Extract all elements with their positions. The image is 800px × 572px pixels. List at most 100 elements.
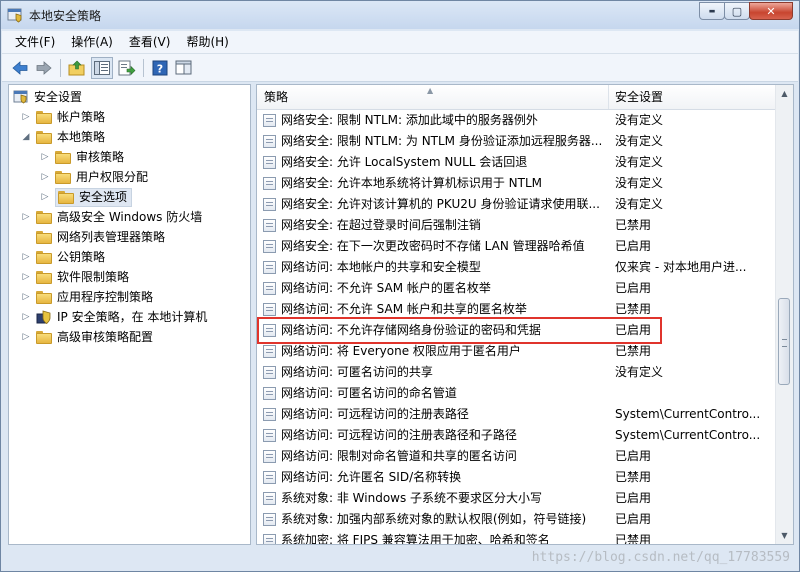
expand-arrow-icon[interactable]: ▷	[40, 152, 50, 162]
table-row[interactable]: 系统加密: 将 FIPS 兼容算法用于加密、哈希和签名 已禁用	[257, 530, 777, 545]
tree-item-label: IP 安全策略，在 本地计算机	[57, 310, 208, 324]
tree-item-advanced-audit[interactable]: ▷ 高级审核策略配置	[21, 327, 153, 347]
security-setting-cell: 已禁用	[615, 218, 652, 232]
tree-item-network-list-manager[interactable]: 网络列表管理器策略	[21, 227, 165, 247]
tree-item-account-policies[interactable]: ▷ 帐户策略	[21, 107, 105, 127]
expand-arrow-icon[interactable]: ▷	[21, 112, 31, 122]
policy-setting-icon	[263, 219, 276, 232]
menu-help[interactable]: 帮助(H)	[178, 31, 236, 53]
collapse-arrow-icon[interactable]: ◢	[21, 132, 31, 142]
table-row-highlighted[interactable]: 网络访问: 不允许存储网络身份验证的密码和凭据 已启用	[257, 320, 777, 341]
up-level-button[interactable]	[67, 58, 87, 78]
scrollbar-thumb[interactable]	[778, 298, 790, 385]
table-row[interactable]: 网络访问: 可远程访问的注册表路径和子路径 System\CurrentContr…	[257, 425, 777, 446]
table-row[interactable]: 网络访问: 允许匿名 SID/名称转换 已禁用	[257, 467, 777, 488]
table-row[interactable]: 网络访问: 限制对命名管道和共享的匿名访问 已启用	[257, 446, 777, 467]
column-header-policy[interactable]: 策略	[264, 85, 288, 109]
policy-setting-icon	[263, 303, 276, 316]
menu-view[interactable]: 查看(V)	[121, 31, 179, 53]
table-row[interactable]: 网络访问: 本地帐户的共享和安全模型 仅来宾 - 对本地用户进...	[257, 257, 777, 278]
expand-arrow-icon[interactable]: ▷	[40, 192, 50, 202]
table-row[interactable]: 网络访问: 不允许 SAM 帐户的匿名枚举 已启用	[257, 278, 777, 299]
folder-icon	[36, 230, 52, 244]
policy-setting-icon	[263, 177, 276, 190]
console-tree-pane[interactable]: 安全设置 ▷ 帐户策略 ◢ 本地策略 ▷ 审核策略 ▷ 用户权限分配 ▷ 安全选…	[8, 84, 251, 545]
svg-text:?: ?	[157, 62, 163, 75]
policy-list-pane[interactable]: 策略 ▲ 安全设置 网络安全: 限制 NTLM: 添加此域中的服务器例外 没有定义…	[256, 84, 794, 545]
policy-name-cell: 网络访问: 本地帐户的共享和安全模型	[281, 260, 481, 274]
close-button[interactable]: ✕	[749, 2, 793, 20]
security-setting-cell: System\CurrentContro...	[615, 407, 761, 421]
tree-item-public-key[interactable]: ▷ 公钥策略	[21, 247, 105, 267]
table-row[interactable]: 网络访问: 可匿名访问的命名管道	[257, 383, 777, 404]
expand-arrow-icon[interactable]: ▷	[21, 272, 31, 282]
selected-highlight: 安全选项	[55, 187, 133, 207]
tree-item-firewall[interactable]: ▷ 高级安全 Windows 防火墙	[21, 207, 203, 227]
table-row[interactable]: 网络安全: 在超过登录时间后强制注销 已禁用	[257, 215, 777, 236]
expand-arrow-icon[interactable]: ▷	[21, 252, 31, 262]
tree-item-app-control[interactable]: ▷ 应用程序控制策略	[21, 287, 153, 307]
properties-pane-button[interactable]	[174, 58, 194, 78]
back-button[interactable]	[10, 58, 30, 78]
security-setting-cell: 没有定义	[615, 365, 664, 379]
table-row[interactable]: 网络访问: 不允许 SAM 帐户和共享的匿名枚举 已禁用	[257, 299, 777, 320]
table-row[interactable]: 网络安全: 限制 NTLM: 为 NTLM 身份验证添加远程服务器... 没有定义	[257, 131, 777, 152]
tree-item-audit-policy[interactable]: ▷ 审核策略	[40, 147, 124, 167]
policy-name-cell: 网络访问: 不允许存储网络身份验证的密码和凭据	[281, 323, 541, 337]
table-row[interactable]: 网络访问: 可匿名访问的共享 没有定义	[257, 362, 777, 383]
forward-button[interactable]	[34, 58, 54, 78]
policy-name-cell: 系统对象: 非 Windows 子系统不要求区分大小写	[281, 491, 543, 505]
tree-item-security-options[interactable]: ▷ 安全选项	[40, 187, 133, 207]
table-row[interactable]: 系统对象: 加强内部系统对象的默认权限(例如，符号链接) 已启用	[257, 509, 777, 530]
policy-name-cell: 网络访问: 将 Everyone 权限应用于匿名用户	[281, 344, 521, 358]
minimize-button[interactable]: ▬	[699, 2, 725, 20]
policy-setting-icon	[263, 492, 276, 505]
menu-action[interactable]: 操作(A)	[63, 31, 121, 53]
minimize-icon: ▬	[708, 7, 716, 15]
policy-setting-icon	[263, 156, 276, 169]
security-setting-cell: 已禁用	[615, 533, 652, 545]
menu-file[interactable]: 文件(F)	[2, 31, 63, 53]
expand-arrow-icon[interactable]: ▷	[21, 212, 31, 222]
policy-name-cell: 网络访问: 可远程访问的注册表路径	[281, 407, 469, 421]
table-row[interactable]: 网络安全: 在下一次更改密码时不存储 LAN 管理器哈希值 已启用	[257, 236, 777, 257]
expand-arrow-icon[interactable]: ▷	[40, 172, 50, 182]
tree-item-security-settings[interactable]: 安全设置	[13, 87, 82, 107]
table-row[interactable]: 网络安全: 允许 LocalSystem NULL 会话回退 没有定义	[257, 152, 777, 173]
column-divider[interactable]	[608, 85, 609, 109]
policy-name-cell: 网络安全: 在下一次更改密码时不存储 LAN 管理器哈希值	[281, 239, 585, 253]
maximize-button[interactable]: ▢	[724, 2, 750, 20]
policy-setting-icon	[263, 198, 276, 211]
show-hide-tree-button[interactable]	[91, 56, 113, 79]
policy-setting-icon	[263, 366, 276, 379]
tree-item-local-policies[interactable]: ◢ 本地策略	[21, 127, 105, 147]
help-button[interactable]: ?	[150, 58, 170, 78]
scroll-up-arrow-icon[interactable]: ▲	[776, 85, 793, 102]
export-list-button[interactable]	[117, 58, 137, 78]
expand-arrow-icon[interactable]: ▷	[21, 312, 31, 322]
tree-item-software-restriction[interactable]: ▷ 软件限制策略	[21, 267, 129, 287]
table-row[interactable]: 网络访问: 将 Everyone 权限应用于匿名用户 已禁用	[257, 341, 777, 362]
security-setting-cell: 没有定义	[615, 176, 664, 190]
properties-pane-icon	[175, 60, 192, 74]
vertical-scrollbar[interactable]: ▲ ▼	[775, 85, 793, 544]
table-row[interactable]: 网络访问: 可远程访问的注册表路径 System\CurrentContro...	[257, 404, 777, 425]
table-row[interactable]: 网络安全: 允许对该计算机的 PKU2U 身份验证请求使用联... 没有定义	[257, 194, 777, 215]
expand-arrow-icon[interactable]: ▷	[21, 332, 31, 342]
tree-item-ip-security[interactable]: ▷ IP 安全策略，在 本地计算机	[21, 307, 208, 327]
policy-name-cell: 网络安全: 允许 LocalSystem NULL 会话回退	[281, 155, 528, 169]
scroll-down-arrow-icon[interactable]: ▼	[776, 527, 793, 544]
tree-item-label: 用户权限分配	[76, 170, 149, 184]
column-header-security-setting[interactable]: 安全设置	[615, 85, 663, 109]
tree-item-user-rights[interactable]: ▷ 用户权限分配	[40, 167, 148, 187]
maximize-icon: ▢	[731, 4, 743, 18]
title-bar[interactable]: 本地安全策略 ▬ ▢ ✕	[1, 1, 799, 29]
window-title: 本地安全策略	[29, 9, 102, 23]
expand-arrow-icon[interactable]: ▷	[21, 292, 31, 302]
table-row[interactable]: 系统对象: 非 Windows 子系统不要求区分大小写 已启用	[257, 488, 777, 509]
security-setting-cell: 已禁用	[615, 470, 652, 484]
table-row[interactable]: 网络安全: 允许本地系统将计算机标识用于 NTLM 没有定义	[257, 173, 777, 194]
policy-setting-icon	[263, 513, 276, 526]
table-row[interactable]: 网络安全: 限制 NTLM: 添加此域中的服务器例外 没有定义	[257, 110, 777, 131]
sort-ascending-icon: ▲	[427, 86, 434, 95]
